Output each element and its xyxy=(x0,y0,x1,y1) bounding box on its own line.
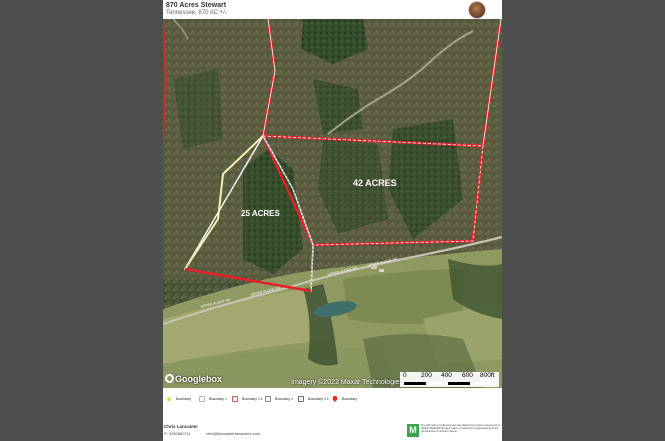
property-subtitle: Tennessee, 870 AC +/- xyxy=(166,10,227,16)
map-canvas: 42 ACRES 25 ACRES UPPER ALOUF RD UPPER A… xyxy=(163,19,502,388)
outline-square-icon xyxy=(298,396,304,402)
map-print-sheet: 870 Acres Stewart Tennessee, 870 AC +/- xyxy=(163,0,502,441)
scale-label: 400 xyxy=(441,372,452,379)
map-legend: Boundary Boundary 1 Boundary 1.1 Boundar… xyxy=(163,395,502,405)
map-provider-logo: Googlebox xyxy=(165,374,222,384)
brand-logo: M xyxy=(407,424,419,437)
farm-building xyxy=(379,269,384,272)
agent-phone[interactable]: P: 3150560711 xyxy=(164,431,191,436)
outline-square-icon xyxy=(199,396,205,402)
scale-label: 600 xyxy=(462,372,473,379)
agent-name: Chris Lancaster xyxy=(164,424,199,429)
red-marker-icon xyxy=(332,396,338,402)
scale-bar xyxy=(404,382,492,385)
label-42-acres: 42 ACRES xyxy=(353,178,397,188)
yellow-star-icon xyxy=(166,396,172,402)
scale-label: 800ft xyxy=(480,372,495,379)
property-title: 870 Acres Stewart xyxy=(166,2,227,9)
scale-label: 200 xyxy=(421,372,432,379)
map-scale: 0 200 400 600 800ft xyxy=(400,372,499,387)
scale-label: 0 xyxy=(403,372,407,379)
imagery-credit: Imagery ©2022 Maxar Technologies xyxy=(291,379,404,386)
label-25-acres: 25 ACRES xyxy=(241,209,280,218)
agent-avatar[interactable] xyxy=(468,1,486,19)
red-square-icon xyxy=(232,396,238,402)
google-g-icon xyxy=(165,374,174,383)
satellite-map[interactable]: 42 ACRES 25 ACRES UPPER ALOUF RD UPPER A… xyxy=(163,19,502,388)
disclaimer-text: The information contained herein was obt… xyxy=(421,424,501,433)
agent-email[interactable]: chris@lancasterlandsales.com xyxy=(206,431,260,436)
outline-square-icon xyxy=(265,396,271,402)
